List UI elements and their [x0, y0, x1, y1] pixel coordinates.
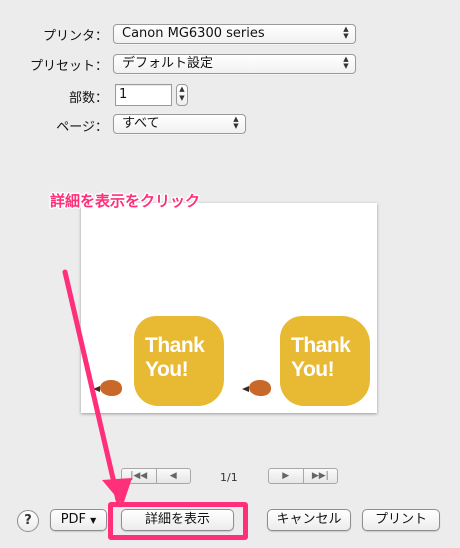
annotation-arrow-icon: [62, 269, 132, 505]
highlight-box: [108, 502, 248, 540]
annotation-text: 詳細を表示をクリック: [50, 192, 201, 210]
